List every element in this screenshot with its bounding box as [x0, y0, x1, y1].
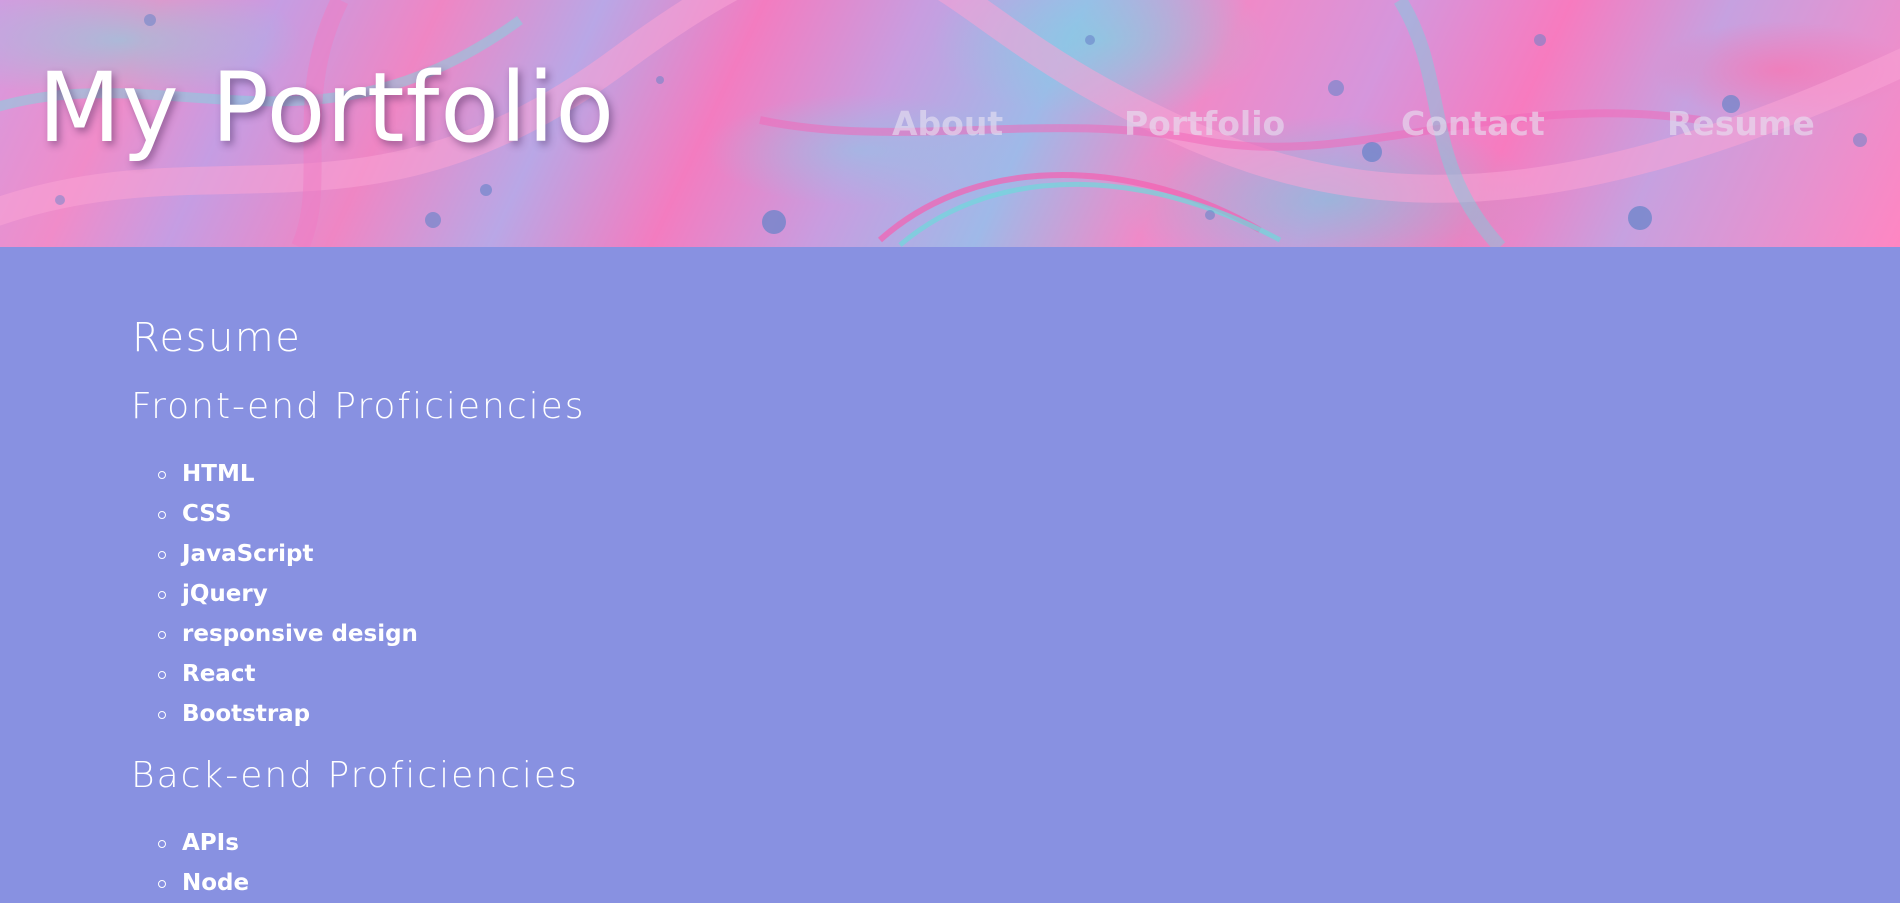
page-title: Resume: [132, 315, 302, 361]
hollow-circle-icon: [158, 711, 166, 719]
skill-label: CSS: [182, 501, 232, 527]
skill-item: CSS: [156, 496, 418, 536]
skill-label: responsive design: [182, 621, 418, 647]
skill-label: Bootstrap: [182, 701, 311, 727]
front-end-skill-list: HTML CSS JavaScript jQuery responsive de…: [156, 456, 418, 736]
main-nav: About Portfolio Contact Resume: [0, 104, 1900, 154]
hollow-circle-icon: [158, 591, 166, 599]
nav-link-about[interactable]: About: [892, 104, 1003, 143]
skill-item: Node: [156, 865, 249, 903]
main-content: Resume Front-end Proficiencies HTML CSS …: [0, 247, 1900, 903]
site-header: My Portfolio About Portfolio Contact Res…: [0, 0, 1900, 247]
skill-label: React: [182, 661, 256, 687]
back-end-heading: Back-end Proficiencies: [131, 755, 579, 796]
skill-label: jQuery: [182, 581, 268, 607]
nav-link-contact[interactable]: Contact: [1401, 104, 1545, 143]
skill-label: JavaScript: [182, 541, 314, 567]
hollow-circle-icon: [158, 551, 166, 559]
skill-label: Node: [182, 870, 250, 896]
nav-link-resume[interactable]: Resume: [1667, 104, 1815, 143]
skill-item: JavaScript: [156, 536, 418, 576]
hollow-circle-icon: [158, 471, 166, 479]
hollow-circle-icon: [158, 880, 166, 888]
hollow-circle-icon: [158, 511, 166, 519]
front-end-heading: Front-end Proficiencies: [131, 386, 586, 427]
hollow-circle-icon: [158, 631, 166, 639]
back-end-skill-list: APIs Node: [156, 825, 249, 903]
hollow-circle-icon: [158, 840, 166, 848]
hollow-circle-icon: [158, 671, 166, 679]
skill-item: jQuery: [156, 576, 418, 616]
skill-item: APIs: [156, 825, 249, 865]
nav-link-portfolio[interactable]: Portfolio: [1124, 104, 1285, 143]
skill-item: React: [156, 656, 418, 696]
skill-item: Bootstrap: [156, 696, 418, 736]
skill-item: HTML: [156, 456, 418, 496]
skill-label: APIs: [182, 830, 239, 856]
skill-label: HTML: [182, 461, 255, 487]
skill-item: responsive design: [156, 616, 418, 656]
